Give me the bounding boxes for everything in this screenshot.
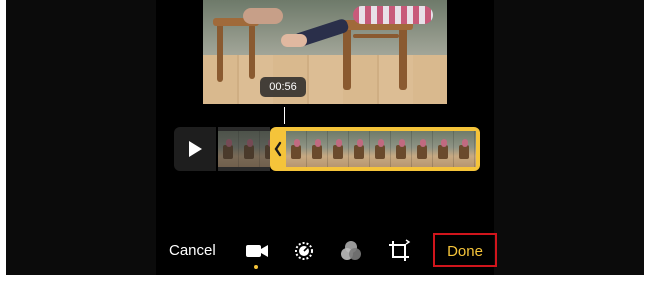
frame-thumbnail [328, 131, 349, 167]
chevron-left-icon [274, 141, 282, 157]
timecode-label: 00:56 [260, 77, 306, 97]
frame-thumbnail [433, 131, 454, 167]
frame-thumbnail [286, 131, 307, 167]
video-floor [203, 55, 447, 104]
frame-thumbnail [370, 131, 391, 167]
striped-shirt [353, 6, 433, 24]
left-margin [6, 0, 156, 275]
bottom-toolbar: Cancel Done [156, 232, 497, 272]
play-icon [189, 141, 202, 157]
timeline-trimmed-region [218, 127, 270, 171]
frame-thumbnail [391, 131, 412, 167]
chair-rung [353, 34, 399, 38]
done-button[interactable]: Done [435, 243, 495, 260]
frame-thumbnail [454, 131, 475, 167]
active-tool-indicator [254, 265, 258, 269]
right-margin [494, 0, 644, 275]
frame-thumbnail [260, 131, 270, 167]
video-tool-button[interactable] [244, 238, 270, 264]
crop-rotate-icon [389, 239, 411, 261]
timeline-frames [286, 131, 476, 167]
frame-thumbnail [307, 131, 328, 167]
frame-thumbnail [239, 131, 260, 167]
crop-tool-button[interactable] [386, 238, 412, 264]
playhead[interactable] [284, 107, 285, 124]
frame-thumbnail [349, 131, 370, 167]
filters-icon [341, 241, 361, 260]
play-button[interactable] [174, 127, 216, 171]
video-editor: 00:56 Cancel Done [156, 0, 497, 275]
frame-thumbnail [218, 131, 239, 167]
child-foot [281, 34, 307, 47]
video-camera-icon [246, 245, 268, 257]
adjust-dial-icon [295, 242, 313, 260]
screen-frame: 00:56 Cancel Done [6, 0, 644, 275]
chair-leg [249, 24, 255, 79]
video-preview[interactable] [203, 0, 447, 104]
cancel-button[interactable]: Cancel [169, 242, 216, 259]
chair-leg [217, 20, 223, 82]
frame-thumbnail [475, 131, 476, 167]
adjust-tool-button[interactable] [291, 238, 317, 264]
child-leg-bg [243, 8, 283, 24]
trim-selection[interactable] [270, 127, 480, 171]
trim-start-handle[interactable] [270, 127, 286, 171]
done-highlight-box: Done [433, 233, 497, 267]
filters-tool-button[interactable] [338, 238, 364, 264]
frame-thumbnail [412, 131, 433, 167]
